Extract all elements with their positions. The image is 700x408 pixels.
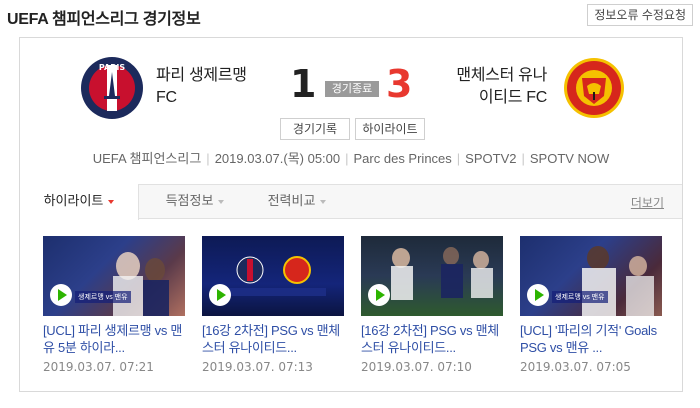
video-thumbnail[interactable]: 생제르맹 vs 맨유 (520, 236, 662, 316)
video-title[interactable]: [16강 2차전] PSG vs 맨체스터 유나이티드... (202, 322, 344, 356)
video-item[interactable]: 생제르맹 vs 맨유 [UCL] 파리 생제르맹 vs 맨유 5분 하이라...… (43, 236, 185, 374)
caret-down-icon (218, 199, 225, 204)
away-team-name-line2: 이티드 FC (478, 89, 547, 106)
more-link[interactable]: 더보기 (631, 194, 664, 211)
video-date: 2019.03.07. 07:05 (520, 360, 631, 374)
away-score: 3 (386, 62, 413, 106)
video-item[interactable]: [16강 2차전] PSG vs 맨체스터 유나이티드... 2019.03.0… (202, 236, 344, 374)
man-utd-logo[interactable] (562, 56, 626, 120)
separator: | (345, 151, 349, 166)
home-team-name-line1: 파리 생제르맹 (156, 67, 247, 84)
play-icon[interactable] (209, 284, 231, 306)
video-thumbnail[interactable]: 생제르맹 vs 맨유 (43, 236, 185, 316)
video-date: 2019.03.07. 07:21 (43, 360, 154, 374)
away-team-name[interactable]: 맨체스터 유나 이티드 FC (456, 65, 547, 109)
play-icon[interactable] (50, 284, 72, 306)
highlight-button[interactable]: 하이라이트 (355, 118, 425, 140)
home-team-name-line2: FC (156, 89, 177, 106)
tab-bar: 하이라이트 득점정보 전력비교 더보기 (20, 184, 682, 220)
match-status-badge: 경기종료 (325, 81, 379, 97)
play-icon[interactable] (368, 284, 390, 306)
tab-highlight[interactable]: 하이라이트 (20, 184, 139, 220)
video-date: 2019.03.07. 07:10 (361, 360, 472, 374)
tab-label: 전력비교 (267, 193, 316, 208)
separator: | (521, 151, 525, 166)
match-info-line: UEFA 챔피언스리그 | 2019.03.07.(목) 05:00 | Parc de… (20, 148, 682, 167)
video-title[interactable]: [UCL] '파리의 기적' Goals PSG vs 맨유 ... (520, 322, 662, 356)
svg-text:PARIS: PARIS (99, 63, 125, 72)
thumbnail-caption: 생제르맹 vs 맨유 (552, 291, 608, 303)
separator: | (206, 151, 210, 166)
separator: | (456, 151, 461, 166)
home-team-name[interactable]: 파리 생제르맹 FC (156, 65, 247, 109)
thumbnail-caption: 생제르맹 vs 맨유 (75, 291, 131, 303)
league-name: UEFA 챔피언스리그 (92, 151, 202, 166)
home-score: 1 (290, 62, 317, 106)
video-date: 2019.03.07. 07:13 (202, 360, 313, 374)
video-thumbnail[interactable] (202, 236, 344, 316)
video-list: 생제르맹 vs 맨유 [UCL] 파리 생제르맹 vs 맨유 5분 하이라...… (43, 236, 663, 376)
video-item[interactable]: 생제르맹 vs 맨유 [UCL] '파리의 기적' Goals PSG vs 맨… (520, 236, 662, 374)
video-item[interactable]: [16강 2차전] PSG vs 맨체스터 유나이티드... 2019.03.0… (361, 236, 503, 374)
page-title: UEFA 챔피언스리그 경기정보 (7, 11, 201, 28)
video-title[interactable]: [16강 2차전] PSG vs 맨체스터 유나이티드... (361, 322, 503, 356)
broadcaster-2: SPOTV NOW (529, 151, 610, 166)
video-thumbnail[interactable] (361, 236, 503, 316)
match-record-button[interactable]: 경기기록 (280, 118, 350, 140)
venue-name: Parc des Princes (353, 151, 452, 166)
tab-label: 하이라이트 (43, 193, 104, 208)
match-datetime: 2019.03.07.(목) 05:00 (214, 151, 341, 166)
video-title[interactable]: [UCL] 파리 생제르맹 vs 맨유 5분 하이라... (43, 322, 185, 356)
broadcaster-1: SPOTV2 (465, 151, 517, 166)
caret-down-icon (320, 199, 327, 204)
tab-comparison[interactable]: 전력비교 (252, 184, 342, 219)
tab-scoring-info[interactable]: 득점정보 (150, 184, 240, 219)
away-team-name-line1: 맨체스터 유나 (456, 67, 547, 84)
caret-down-icon (108, 199, 115, 204)
psg-logo[interactable]: PARIS (80, 56, 144, 120)
match-card: PARIS 파리 생제르맹 FC 1 경기종료 3 맨체스터 유나 이티드 FC… (19, 37, 683, 392)
play-icon[interactable] (527, 284, 549, 306)
report-error-button[interactable]: 정보오류 수정요청 (587, 4, 693, 26)
tab-label: 득점정보 (165, 193, 214, 208)
